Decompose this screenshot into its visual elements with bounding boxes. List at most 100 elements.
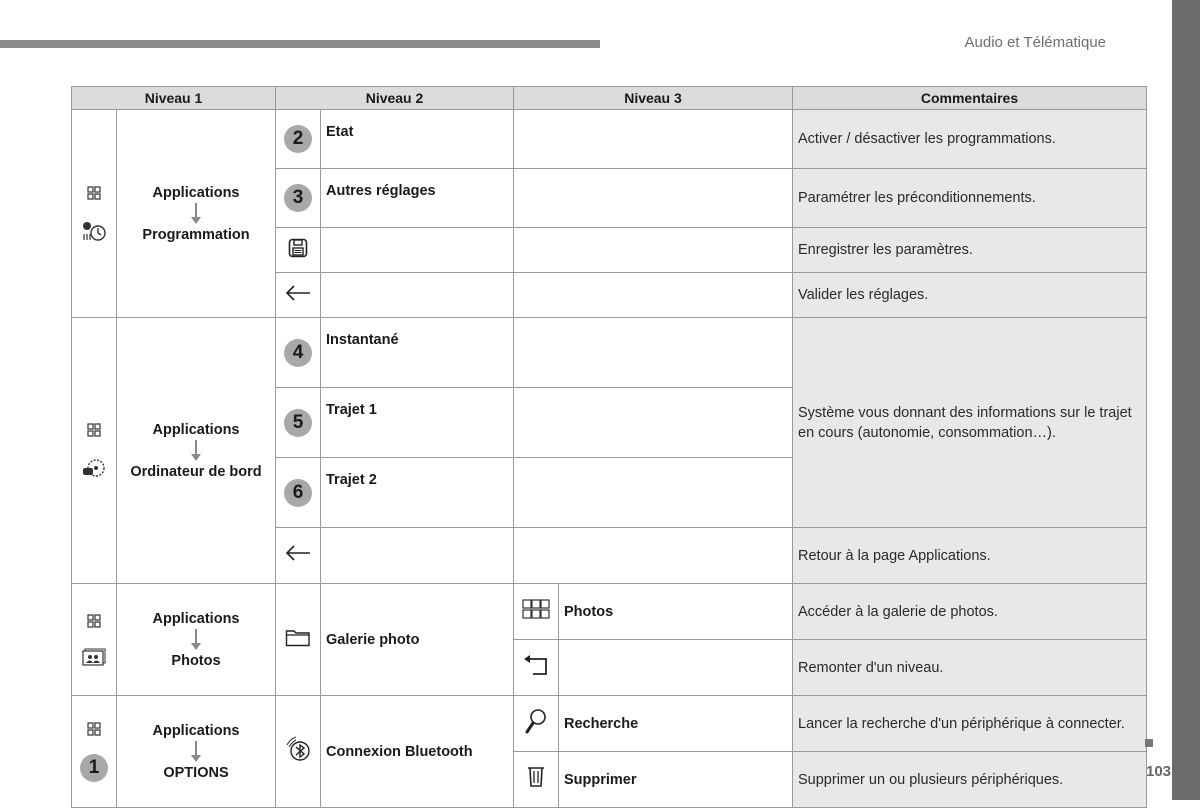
trash-icon [528, 767, 544, 787]
end-of-section-marker [1145, 739, 1153, 747]
applications-grid-icon [87, 613, 101, 628]
search-icon [525, 709, 546, 734]
level1-from: Applications [152, 610, 240, 627]
trip-computer-icon [83, 458, 105, 477]
level2-label: Trajet 2 [320, 457, 514, 528]
comment-cell: Paramétrer les préconditionnements. [792, 168, 1147, 228]
level1-from: Applications [152, 421, 240, 438]
level1-to: Ordinateur de bord [130, 463, 262, 480]
level3-cell [513, 227, 793, 273]
level3-icon-cell [513, 695, 559, 752]
level2-label: Instantané [320, 317, 514, 388]
level3-cell [513, 109, 793, 169]
column-header-niveau-3: Niveau 3 [513, 86, 793, 110]
comment-cell: Retour à la page Applications. [792, 527, 1147, 584]
badge-4-icon: 4 [284, 338, 312, 367]
applications-grid-icon [87, 721, 101, 736]
comment-cell: Lancer la recherche d'un périphérique à … [792, 695, 1147, 752]
programming-timer-icon [83, 221, 106, 241]
down-arrow-icon [191, 202, 201, 224]
down-arrow-icon [191, 740, 201, 762]
level3-cell [513, 457, 793, 528]
level2-label: Trajet 1 [320, 387, 514, 458]
table-row: Applications Photos Galerie photo Photos… [71, 583, 1147, 696]
badge-6-icon: 6 [284, 478, 312, 507]
bluetooth-icon [286, 736, 310, 761]
comment-cell: Système vous donnant des informations su… [792, 317, 1147, 528]
column-header-niveau-1: Niveau 1 [71, 86, 276, 110]
column-header-commentaires: Commentaires [792, 86, 1147, 110]
table-header-row: Niveau 1 Niveau 2 Niveau 3 Commentaires [71, 86, 1147, 110]
badge-5-icon: 5 [284, 408, 312, 437]
level2-label: Connexion Bluetooth [320, 695, 514, 808]
level2-label [320, 227, 514, 273]
page-number: 103 [1146, 763, 1172, 780]
level3-icon-cell [513, 751, 559, 808]
section-title: Audio et Télématique [964, 34, 1106, 51]
level1-icons-cell [71, 109, 117, 318]
level2-label [320, 527, 514, 584]
level2-icon-cell: 4 [275, 317, 321, 388]
level1-to: OPTIONS [163, 764, 229, 781]
level3-label: Supprimer [558, 751, 793, 808]
comment-cell: Valider les réglages. [792, 272, 1147, 318]
level2-icon-cell: 3 [275, 168, 321, 228]
header-rule [0, 40, 600, 48]
level1-cell: Applications OPTIONS [116, 695, 276, 808]
level1-icons-cell [71, 317, 117, 584]
comment-cell: Activer / désactiver les programmations. [792, 109, 1147, 169]
save-icon [288, 238, 308, 257]
level2-label: Autres réglages [320, 168, 514, 228]
level3-cell [513, 272, 793, 318]
level1-to: Photos [171, 652, 221, 669]
level2-icon-cell [275, 527, 321, 584]
chapter-side-tab [1172, 0, 1200, 800]
comment-cell: Supprimer un ou plusieurs périphériques. [792, 751, 1147, 808]
level2-icon-cell [275, 272, 321, 318]
level1-from: Applications [152, 722, 240, 739]
level2-label: Galerie photo [320, 583, 514, 696]
level1-cell: Applications Photos [116, 583, 276, 696]
folder-icon [285, 630, 310, 647]
column-header-niveau-2: Niveau 2 [275, 86, 514, 110]
badge-3-icon: 3 [284, 184, 312, 212]
level2-icon-cell: 2 [275, 109, 321, 169]
level3-icon-cell [513, 583, 559, 640]
table-row: Applications Ordinateur de bord 4 Instan… [71, 317, 1147, 584]
down-arrow-icon [191, 628, 201, 650]
badge-2-icon: 2 [284, 125, 312, 153]
level3-cell [513, 387, 793, 458]
menu-tree-table: Niveau 1 Niveau 2 Niveau 3 Commentaires … [71, 86, 1147, 808]
level3-label: Recherche [558, 695, 793, 752]
level3-icon-cell [513, 639, 559, 696]
level1-icons-cell: 1 [71, 695, 117, 808]
level1-cell: Applications Programmation [116, 109, 276, 318]
applications-grid-icon [87, 422, 101, 437]
level1-to: Programmation [142, 226, 250, 243]
level3-cell [513, 168, 793, 228]
back-arrow-icon [285, 545, 310, 561]
level1-from: Applications [152, 184, 240, 201]
level2-icon-cell: 6 [275, 457, 321, 528]
level2-icon-cell [275, 583, 321, 696]
level2-icon-cell: 5 [275, 387, 321, 458]
down-arrow-icon [191, 439, 201, 461]
level2-icon-cell [275, 695, 321, 808]
comment-cell: Remonter d'un niveau. [792, 639, 1147, 696]
table-row: 1 Applications OPTIONS Connexion Bluetoo… [71, 695, 1147, 808]
level2-label [320, 272, 514, 318]
level2-label: Etat [320, 109, 514, 169]
level3-label [558, 639, 793, 696]
level3-label: Photos [558, 583, 793, 640]
applications-grid-icon [87, 185, 101, 200]
level1-cell: Applications Ordinateur de bord [116, 317, 276, 584]
badge-1-icon: 1 [80, 753, 108, 782]
photos-icon [82, 648, 106, 666]
level3-cell [513, 527, 793, 584]
level3-cell [513, 317, 793, 388]
thumbnails-grid-icon [522, 599, 550, 619]
back-arrow-icon [285, 284, 310, 301]
comment-cell: Accéder à la galerie de photos. [792, 583, 1147, 640]
table-row: Applications Programmation 2 Etat Active… [71, 109, 1147, 318]
comment-cell: Enregistrer les paramètres. [792, 227, 1147, 273]
